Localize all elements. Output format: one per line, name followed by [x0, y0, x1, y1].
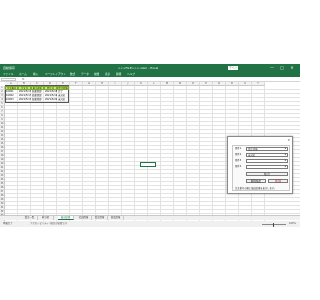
gridline	[5, 113, 300, 114]
sheet-tab-products[interactable]: 商品情報	[108, 216, 124, 220]
zoom-slider[interactable]	[262, 224, 286, 225]
close-icon[interactable]: ✕	[288, 64, 296, 72]
sheet-tab-orders[interactable]: 受注一覧	[22, 216, 38, 220]
gridline	[82, 86, 83, 224]
sheet-tab-staff[interactable]: 担当者	[38, 216, 54, 220]
gridline	[134, 86, 135, 224]
zoom-slider-handle[interactable]	[273, 222, 274, 227]
table-cell[interactable]: 2021/5/20	[44, 98, 57, 102]
selected-cell[interactable]	[140, 162, 156, 167]
gridline	[5, 129, 300, 130]
gridline	[212, 86, 213, 224]
excel-window: 自動保存 <<<FILE>>>.xlsm - Excel サイン — □ ✕ フ…	[0, 64, 300, 234]
gridline	[186, 86, 187, 224]
gridline	[225, 86, 226, 224]
condition-1-label: 条件1	[235, 147, 242, 150]
condition-2-label: 条件2	[235, 153, 242, 156]
condition-1-select[interactable]: 受注状態 ▼	[246, 147, 288, 151]
maximize-icon[interactable]: □	[278, 64, 286, 72]
sheet-tabs: 受注一覧 担当者 抽出結果 社員情報 受注情報 商品情報	[0, 215, 300, 220]
gridline	[95, 86, 96, 224]
accessibility-status[interactable]: アクセシビリティ: 検討が必要です	[30, 221, 67, 227]
gridline	[5, 205, 300, 206]
title-bar: 自動保存 <<<FILE>>>.xlsm - Excel サイン — □ ✕	[0, 64, 300, 72]
status-ready: 準備完了	[3, 222, 13, 225]
condition-3-label: 条件3	[235, 159, 242, 162]
gridline	[5, 209, 300, 210]
filter-dialog: ✕ 条件1 受注状態 ▼ 条件2 未対応 ▼ 条件3 ▼ 条件4 ▼ 抽 出 解除抽…	[227, 136, 293, 194]
table-cell[interactable]: 2021/5/17	[18, 98, 31, 102]
gridline	[121, 86, 122, 224]
chevron-down-icon: ▼	[284, 148, 286, 150]
delete-button[interactable]: 削 除	[268, 179, 288, 183]
reset-extract-button[interactable]: 解除抽出	[246, 179, 266, 183]
condition-4-label: 条件4	[235, 165, 242, 168]
gridline	[5, 125, 300, 126]
gridline	[5, 133, 300, 134]
gridline	[43, 86, 44, 224]
gridline	[69, 86, 70, 224]
gridline	[108, 86, 109, 224]
chevron-down-icon: ▼	[284, 166, 286, 168]
gridline	[5, 105, 300, 106]
chevron-down-icon: ▼	[284, 160, 286, 162]
condition-2-select[interactable]: 未対応 ▼	[246, 153, 288, 157]
minimize-icon[interactable]: —	[268, 64, 276, 72]
table-cell[interactable]: 10003	[5, 98, 18, 102]
status-bar: 準備完了 アクセシビリティ: 検討が必要です 100%	[0, 221, 300, 227]
zoom-level[interactable]: 100%	[289, 221, 296, 227]
name-box[interactable]	[1, 78, 16, 81]
condition-4-select[interactable]: ▼	[246, 165, 288, 169]
dialog-frame: 条件1 受注状態 ▼ 条件2 未対応 ▼ 条件3 ▼ 条件4 ▼ 抽 出 解除抽出 …	[232, 145, 290, 191]
gridline	[173, 86, 174, 224]
chevron-down-icon: ▼	[284, 154, 286, 156]
gridline	[199, 86, 200, 224]
gridline	[30, 86, 31, 224]
sheet-tab-employees[interactable]: 社員情報	[76, 216, 92, 220]
autosave-toggle[interactable]: 自動保存	[3, 64, 15, 72]
gridline	[5, 213, 300, 214]
gridline	[5, 117, 300, 118]
gridline	[5, 197, 300, 198]
dialog-note: 注文番号の順に抽出結果を表示します。	[235, 187, 277, 190]
gridline	[5, 121, 300, 122]
gridline	[5, 109, 300, 110]
gridline	[147, 86, 148, 224]
table-cell[interactable]: 佐藤四郎	[31, 98, 44, 102]
extract-button[interactable]: 抽 出	[246, 172, 288, 176]
window-title: <<<FILE>>>.xlsm - Excel	[118, 66, 159, 70]
signin-button[interactable]: サイン	[228, 66, 238, 70]
sheet-tab-order-info[interactable]: 受注情報	[92, 216, 108, 220]
condition-3-select[interactable]: ▼	[246, 159, 288, 163]
gridline	[17, 86, 18, 224]
sheet-tab-results[interactable]: 抽出結果	[58, 216, 74, 220]
gridline	[5, 201, 300, 202]
gridline	[56, 86, 57, 224]
dialog-close-icon[interactable]: ✕	[287, 138, 290, 142]
table-cell[interactable]: 未対応	[57, 98, 69, 102]
gridline	[160, 86, 161, 224]
